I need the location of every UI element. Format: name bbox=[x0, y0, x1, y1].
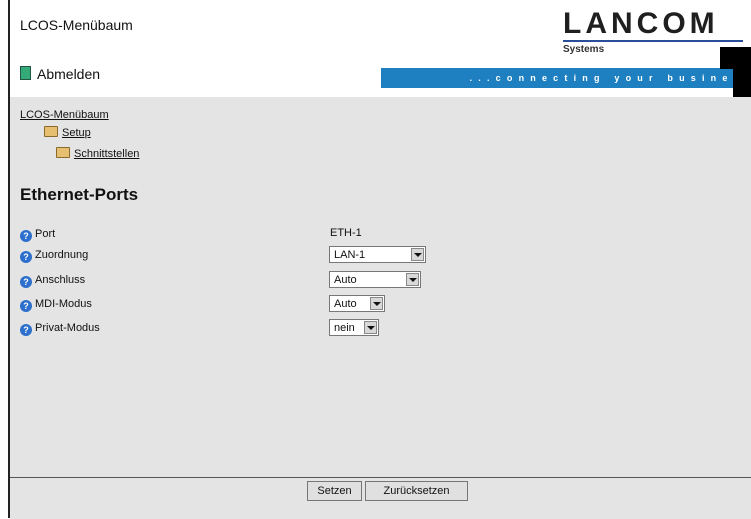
app-title: LCOS-Menübaum bbox=[20, 17, 133, 33]
private-mode-select-value: nein bbox=[334, 322, 355, 334]
assignment-label: ? Zuordnung bbox=[20, 248, 89, 263]
connection-label-text: Anschluss bbox=[35, 274, 86, 286]
breadcrumb-interfaces-label: Schnittstellen bbox=[74, 148, 140, 160]
assignment-select[interactable]: LAN-1 bbox=[329, 246, 426, 263]
mdi-mode-label: ? MDI-Modus bbox=[20, 297, 92, 312]
header: LCOS-Menübaum LANCOM Systems Abmelden ..… bbox=[10, 0, 751, 97]
logout-label: Abmelden bbox=[37, 66, 101, 82]
banner-end-block bbox=[733, 68, 751, 99]
logo-corner-block bbox=[720, 47, 751, 69]
dropdown-arrow-icon[interactable] bbox=[370, 297, 383, 310]
port-label: ? Port bbox=[20, 227, 56, 242]
breadcrumb-root[interactable]: LCOS-Menübaum bbox=[20, 109, 109, 121]
set-button[interactable]: Setzen bbox=[307, 481, 362, 501]
connection-select[interactable]: Auto bbox=[329, 271, 421, 288]
logout-icon bbox=[20, 66, 31, 80]
mdi-mode-label-text: MDI-Modus bbox=[35, 298, 92, 310]
private-mode-label-text: Privat-Modus bbox=[35, 322, 100, 334]
connection-label: ? Anschluss bbox=[20, 273, 86, 288]
port-label-text: Port bbox=[35, 228, 56, 240]
logout-link[interactable]: Abmelden bbox=[20, 66, 100, 82]
help-icon[interactable]: ? bbox=[20, 251, 32, 263]
breadcrumb-interfaces[interactable]: Schnittstellen bbox=[56, 147, 139, 160]
mdi-mode-select-value: Auto bbox=[334, 298, 357, 310]
port-value: ETH-1 bbox=[330, 227, 362, 239]
mdi-mode-select[interactable]: Auto bbox=[329, 295, 385, 312]
breadcrumb-setup-label: Setup bbox=[62, 127, 91, 139]
dropdown-arrow-icon[interactable] bbox=[406, 273, 419, 286]
logo-text: LANCOM bbox=[563, 7, 719, 40]
help-icon[interactable]: ? bbox=[20, 230, 32, 242]
page-title: Ethernet-Ports bbox=[20, 185, 139, 204]
folder-icon bbox=[56, 147, 70, 158]
dropdown-arrow-icon[interactable] bbox=[364, 321, 377, 334]
main-content: LCOS-Menübaum Setup Schnittstellen Ether… bbox=[10, 97, 751, 477]
reset-button[interactable]: Zurücksetzen bbox=[365, 481, 468, 501]
slogan-banner: ...connecting your business bbox=[381, 68, 751, 88]
help-icon[interactable]: ? bbox=[20, 300, 32, 312]
private-mode-label: ? Privat-Modus bbox=[20, 321, 100, 336]
help-icon[interactable]: ? bbox=[20, 324, 32, 336]
footer-bar: Setzen Zurücksetzen bbox=[10, 477, 751, 519]
breadcrumb-setup[interactable]: Setup bbox=[44, 126, 91, 139]
logo-underline bbox=[563, 40, 743, 42]
assignment-select-value: LAN-1 bbox=[334, 249, 366, 261]
connection-select-value: Auto bbox=[334, 274, 357, 286]
help-icon[interactable]: ? bbox=[20, 276, 32, 288]
assignment-label-text: Zuordnung bbox=[35, 249, 89, 261]
folder-icon bbox=[44, 126, 58, 137]
dropdown-arrow-icon[interactable] bbox=[411, 248, 424, 261]
private-mode-select[interactable]: nein bbox=[329, 319, 379, 336]
